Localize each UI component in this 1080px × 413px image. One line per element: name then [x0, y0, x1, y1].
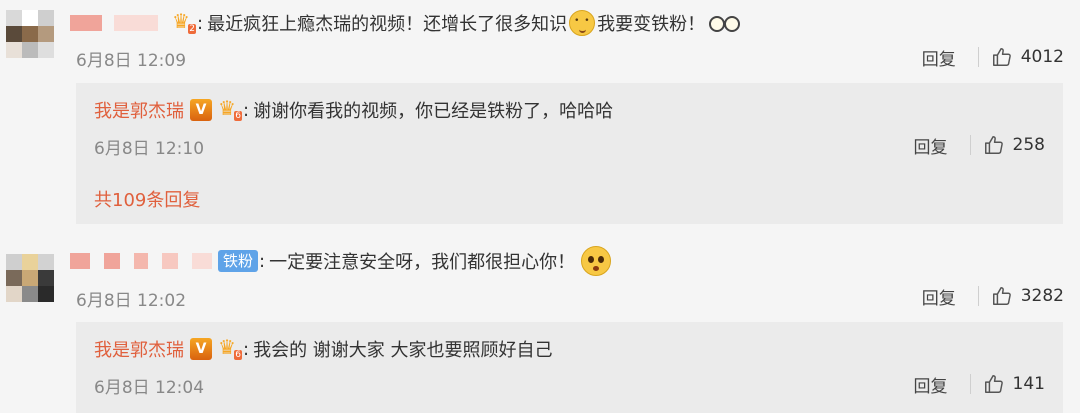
reply-box: 我是郭杰瑞 V 6 : 我会的 谢谢大家 大家也要照顾好自己 6月8日 12:0… [76, 322, 1063, 413]
reply-author[interactable]: 我是郭杰瑞 [94, 336, 184, 362]
username-blurred[interactable] [70, 253, 90, 269]
comment-item: 2 : 最近疯狂上瘾杰瑞的视频！还增长了很多知识 我要变铁粉！ 6月8日 12:… [0, 0, 1080, 230]
reply-header: 我是郭杰瑞 V 6 : 我会的 谢谢大家 大家也要照顾好自己 [94, 334, 553, 364]
colon-separator: : [197, 12, 204, 34]
comment-header: 铁粉 : 一定要注意安全呀，我们都很担心你！ [70, 246, 612, 276]
verified-badge: V [190, 99, 212, 121]
reply-text: 我会的 谢谢大家 大家也要照顾好自己 [253, 340, 553, 361]
colon-separator: : [259, 250, 266, 272]
reply-button[interactable]: 回复 [922, 284, 956, 309]
thumbs-up-icon[interactable] [983, 134, 1005, 156]
crown-icon: 6 [218, 96, 242, 121]
reply-header: 我是郭杰瑞 V 6 : 谢谢你看我的视频，你已经是铁粉了，哈哈哈 [94, 95, 613, 125]
avatar[interactable] [6, 254, 54, 302]
comment-text: 最近疯狂上瘾杰瑞的视频！还增长了很多知识 [207, 14, 568, 35]
worried-emoji-icon [581, 246, 612, 276]
username-blurred[interactable] [162, 253, 178, 269]
reply-date: 6月8日 12:04 [94, 378, 205, 398]
thumbs-up-icon[interactable] [991, 285, 1013, 307]
comment-header: 2 : 最近疯狂上瘾杰瑞的视频！还增长了很多知识 我要变铁粉！ [70, 8, 741, 38]
thumbs-up-icon[interactable] [991, 46, 1013, 68]
comment-item: 铁粉 : 一定要注意安全呀，我们都很担心你！ 6月8日 12:02 回复 328… [0, 240, 1080, 413]
comment-date: 6月8日 12:09 [76, 51, 187, 71]
reply-actions: 回复 258 [914, 132, 1045, 158]
comment-text: 一定要注意安全呀，我们都很担心你！ [269, 252, 576, 273]
comment-actions: 回复 4012 [922, 44, 1064, 70]
reply-actions: 回复 141 [914, 371, 1045, 397]
like-count: 4012 [1020, 47, 1064, 67]
like-count: 258 [1012, 135, 1045, 155]
reply-box: 我是郭杰瑞 V 6 : 谢谢你看我的视频，你已经是铁粉了，哈哈哈 6月8日 12… [76, 83, 1063, 224]
comment-date: 6月8日 12:02 [76, 291, 187, 311]
username-blurred[interactable] [114, 15, 158, 31]
view-all-replies-link[interactable]: 共109条回复 [94, 186, 200, 212]
username-blurred[interactable] [70, 15, 102, 31]
divider [977, 286, 979, 306]
colon-separator: : [243, 99, 250, 121]
username-blurred[interactable] [134, 253, 148, 269]
username-blurred[interactable] [104, 253, 120, 269]
divider [969, 135, 971, 155]
glasses-emoji-icon [709, 10, 741, 36]
fan-badge: 铁粉 [218, 250, 259, 272]
divider [977, 47, 979, 67]
divider [969, 374, 971, 394]
reply-button[interactable]: 回复 [914, 372, 948, 397]
reply-date: 6月8日 12:10 [94, 139, 205, 159]
reply-author[interactable]: 我是郭杰瑞 [94, 97, 184, 123]
like-count: 3282 [1020, 286, 1064, 306]
comment-text-cont: 我要变铁粉！ [597, 14, 706, 35]
reply-button[interactable]: 回复 [914, 133, 948, 158]
smile-emoji-icon [569, 10, 596, 36]
comment-actions: 回复 3282 [922, 283, 1064, 309]
reply-text: 谢谢你看我的视频，你已经是铁粉了，哈哈哈 [253, 101, 614, 122]
crown-icon: 2 [172, 9, 196, 34]
reply-button[interactable]: 回复 [922, 45, 956, 70]
username-blurred[interactable] [192, 253, 212, 269]
verified-badge: V [190, 338, 212, 360]
crown-icon: 6 [218, 335, 242, 360]
thumbs-up-icon[interactable] [983, 373, 1005, 395]
avatar[interactable] [6, 10, 54, 58]
colon-separator: : [243, 338, 250, 360]
like-count: 141 [1012, 374, 1045, 394]
